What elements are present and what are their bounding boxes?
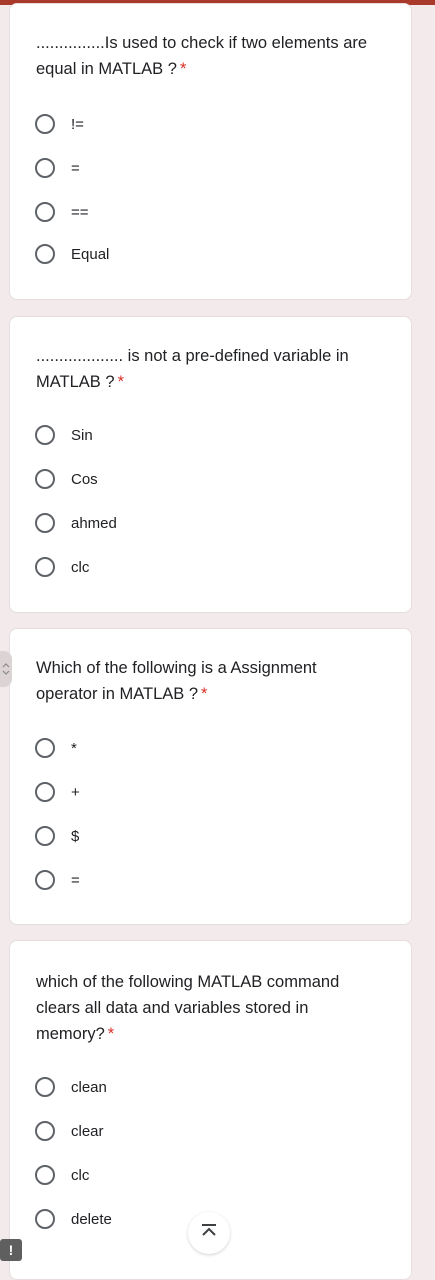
option-label: clear [71,1122,104,1140]
option-label: Sin [71,426,93,444]
radio-button[interactable] [35,114,55,134]
option-label: Cos [71,470,98,488]
option-clc[interactable]: clc [35,554,335,580]
option-delete[interactable]: delete [35,1206,335,1232]
radio-button[interactable] [35,158,55,178]
option-label: clc [71,1166,90,1184]
question-card-3: Which of the following is a Assignment o… [9,628,412,925]
option-equals[interactable]: = [35,867,335,893]
question-title: ................... is not a pre-defined… [36,343,381,395]
required-asterisk: * [201,685,208,703]
option-assign[interactable]: = [35,155,335,181]
radio-button[interactable] [35,244,55,264]
question-title: Which of the following is a Assignment o… [36,655,381,707]
option-label: + [71,783,80,801]
radio-button[interactable] [35,870,55,890]
radio-button[interactable] [35,513,55,533]
option-not-equal[interactable]: != [35,111,335,137]
radio-button[interactable] [35,557,55,577]
radio-button[interactable] [35,1121,55,1141]
radio-button[interactable] [35,202,55,222]
question-card-1: ...............Is used to check if two e… [9,3,412,300]
option-label: $ [71,827,80,845]
option-label: * [71,739,77,757]
question-text: Which of the following is a Assignment o… [36,659,317,703]
feedback-glyph: ! [8,1242,14,1258]
required-asterisk: * [107,1025,115,1043]
option-label: ahmed [71,514,117,532]
scroll-to-top-button[interactable] [188,1212,230,1254]
radio-button[interactable] [35,469,55,489]
option-double-equal[interactable]: == [35,199,335,225]
required-asterisk: * [179,60,187,78]
radio-button[interactable] [35,1209,55,1229]
question-text: ................... is not a pre-defined… [36,347,349,391]
question-card-2: ................... is not a pre-defined… [9,316,412,613]
option-label: = [71,871,80,889]
radio-button[interactable] [35,1165,55,1185]
radio-button[interactable] [35,1077,55,1097]
option-label: = [71,159,80,177]
option-label: Equal [71,245,110,263]
option-clear[interactable]: clear [35,1118,335,1144]
question-title: which of the following MATLAB command cl… [36,969,381,1047]
option-label: == [71,203,89,221]
option-dollar[interactable]: $ [35,823,335,849]
radio-button[interactable] [35,782,55,802]
option-cos[interactable]: Cos [35,466,335,492]
option-label: delete [71,1210,112,1228]
option-label: clc [71,558,90,576]
option-plus[interactable]: + [35,779,335,805]
radio-button[interactable] [35,826,55,846]
arrow-to-top-icon [199,1221,219,1246]
option-star[interactable]: * [35,735,335,761]
radio-button[interactable] [35,738,55,758]
question-text: which of the following MATLAB command cl… [36,973,340,1043]
exclamation-icon[interactable]: ! [0,1239,22,1261]
option-clean[interactable]: clean [35,1074,335,1100]
question-title: ...............Is used to check if two e… [36,30,381,82]
required-asterisk: * [117,373,124,391]
option-sin[interactable]: Sin [35,422,335,448]
option-label: != [71,115,84,133]
option-equal-word[interactable]: Equal [35,241,335,267]
option-label: clean [71,1078,107,1096]
question-text: ...............Is used to check if two e… [36,34,368,78]
option-ahmed[interactable]: ahmed [35,510,335,536]
radio-button[interactable] [35,425,55,445]
chevron-up-down-icon[interactable] [0,651,12,687]
option-clc[interactable]: clc [35,1162,335,1188]
